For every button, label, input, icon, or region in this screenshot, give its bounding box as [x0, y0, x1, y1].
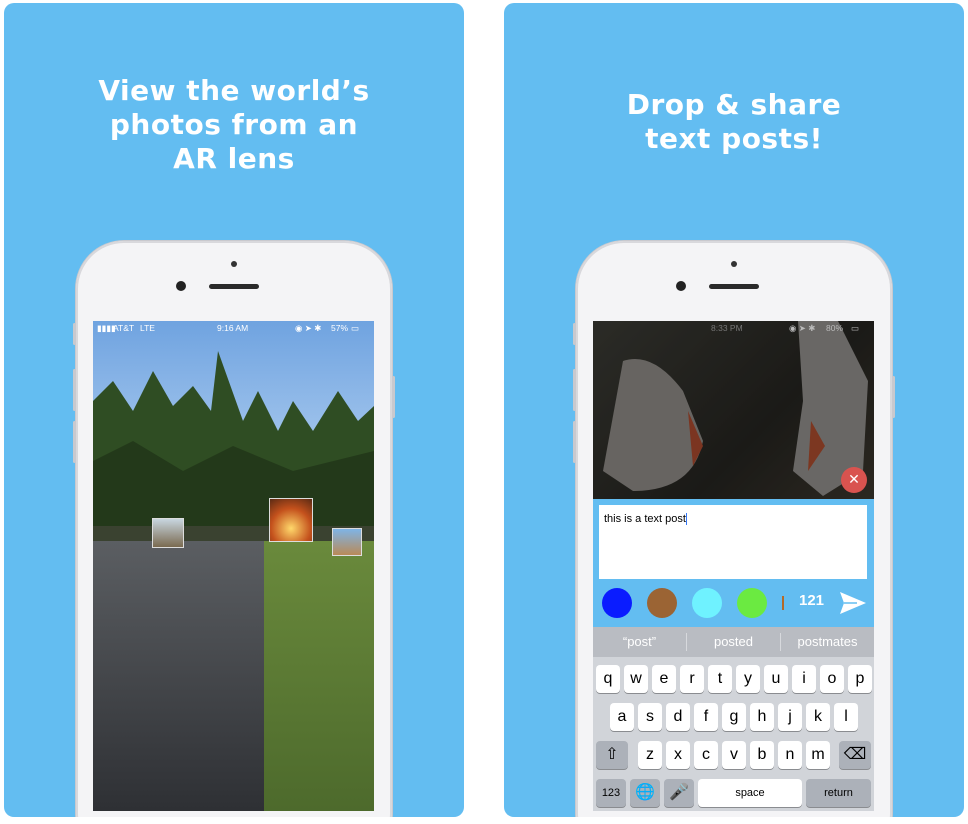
camera-preview: 8:33 PM ◉ ➤ ✱ 80% ▭ ✕: [593, 321, 874, 499]
space-key[interactable]: space: [698, 779, 802, 807]
time-label: 9:16 AM: [217, 323, 249, 333]
headline-line-2: text posts!: [645, 122, 823, 155]
volume-up-button: [573, 369, 576, 411]
suggestion-bar: “post” posted postmates: [593, 627, 874, 657]
key-l[interactable]: l: [834, 703, 858, 731]
keyboard: “post” posted postmates q w e r t y u i …: [593, 627, 874, 811]
shift-key[interactable]: ⇧: [596, 741, 628, 769]
battery-percent: 57%: [331, 323, 349, 333]
key-o[interactable]: o: [820, 665, 844, 693]
suggestion-2[interactable]: posted: [687, 627, 780, 657]
swatch-divider: [782, 596, 784, 610]
key-s[interactable]: s: [638, 703, 662, 731]
status-bar: 8:33 PM ◉ ➤ ✱ 80% ▭: [593, 321, 874, 335]
volume-down-button: [73, 421, 76, 463]
suggestion-3[interactable]: postmates: [781, 627, 874, 657]
front-sensor: [731, 261, 737, 267]
key-k[interactable]: k: [806, 703, 830, 731]
color-swatch-cyan[interactable]: [692, 588, 722, 618]
key-y[interactable]: y: [736, 665, 760, 693]
color-swatch-green[interactable]: [737, 588, 767, 618]
key-z[interactable]: z: [638, 741, 662, 769]
ar-camera-screen[interactable]: ▮▮▮▮ AT&T LTE 9:16 AM ◉ ➤ ✱ 57% ▭: [93, 321, 374, 811]
key-j[interactable]: j: [778, 703, 802, 731]
network-label: LTE: [140, 323, 155, 333]
compose-screen: 8:33 PM ◉ ➤ ✱ 80% ▭ ✕ this is a text pos…: [593, 321, 874, 811]
mute-switch: [573, 323, 576, 345]
key-v[interactable]: v: [722, 741, 746, 769]
headline-line-1: Drop & share: [626, 88, 842, 121]
key-m[interactable]: m: [806, 741, 830, 769]
globe-icon[interactable]: 🌐: [630, 779, 660, 807]
key-b[interactable]: b: [750, 741, 774, 769]
grass: [264, 541, 374, 811]
headline-line-2: photos from an: [109, 108, 359, 141]
key-n[interactable]: n: [778, 741, 802, 769]
key-c[interactable]: c: [694, 741, 718, 769]
key-q[interactable]: q: [596, 665, 620, 693]
battery-icon: ▭: [851, 323, 860, 333]
time-label: 8:33 PM: [711, 323, 743, 333]
front-sensor: [231, 261, 237, 267]
power-button: [392, 376, 395, 418]
backspace-key[interactable]: ⌫: [839, 741, 871, 769]
ar-photo-bubble[interactable]: [152, 518, 184, 548]
battery-icon: ▭: [351, 323, 360, 333]
carrier-label: AT&T: [113, 323, 135, 333]
send-icon[interactable]: [839, 591, 867, 615]
close-icon[interactable]: ✕: [841, 467, 867, 493]
power-button: [892, 376, 895, 418]
earpiece-speaker: [209, 284, 259, 289]
key-t[interactable]: t: [708, 665, 732, 693]
key-f[interactable]: f: [694, 703, 718, 731]
suggestion-1[interactable]: “post”: [593, 627, 686, 657]
phone-frame: ▮▮▮▮ AT&T LTE 9:16 AM ◉ ➤ ✱ 57% ▭: [73, 241, 395, 817]
promo-panel-text-posts: Drop & share text posts! 8:33 PM ◉ ➤ ✱ 8…: [504, 3, 964, 817]
front-camera: [176, 281, 186, 291]
key-x[interactable]: x: [666, 741, 690, 769]
promo-panel-ar-photos: View the world’s photos from an AR lens …: [4, 3, 464, 817]
headline-line-3: AR lens: [173, 142, 295, 175]
volume-down-button: [573, 421, 576, 463]
key-h[interactable]: h: [750, 703, 774, 731]
road: [93, 541, 283, 811]
mute-switch: [73, 323, 76, 345]
ar-photo-sunset[interactable]: [269, 498, 313, 542]
key-i[interactable]: i: [792, 665, 816, 693]
key-r[interactable]: r: [680, 665, 704, 693]
ar-photo-lake[interactable]: [332, 528, 362, 556]
return-key[interactable]: return: [806, 779, 871, 807]
front-camera: [676, 281, 686, 291]
microphone-icon[interactable]: 🎤: [664, 779, 694, 807]
post-text-input[interactable]: this is a text post: [599, 505, 867, 579]
key-u[interactable]: u: [764, 665, 788, 693]
color-swatch-blue[interactable]: [602, 588, 632, 618]
text-caret: [685, 513, 687, 526]
character-count: 121: [799, 592, 825, 609]
trees-background: [93, 351, 374, 551]
battery-percent: 80%: [826, 323, 844, 333]
key-w[interactable]: w: [624, 665, 648, 693]
numbers-key[interactable]: 123: [596, 779, 626, 807]
key-e[interactable]: e: [652, 665, 676, 693]
location-icon: ◉ ➤ ✱: [295, 323, 322, 333]
phone-frame: 8:33 PM ◉ ➤ ✱ 80% ▭ ✕ this is a text pos…: [573, 241, 895, 817]
post-text-value: this is a text post: [604, 513, 686, 525]
headline-line-1: View the world’s: [98, 74, 370, 107]
key-p[interactable]: p: [848, 665, 872, 693]
sneakers-scene: [593, 321, 874, 499]
key-g[interactable]: g: [722, 703, 746, 731]
earpiece-speaker: [709, 284, 759, 289]
volume-up-button: [73, 369, 76, 411]
location-icon: ◉ ➤ ✱: [789, 323, 816, 333]
key-d[interactable]: d: [666, 703, 690, 731]
status-bar: ▮▮▮▮ AT&T LTE 9:16 AM ◉ ➤ ✱ 57% ▭: [93, 321, 374, 335]
compose-area: this is a text post 121: [593, 499, 874, 627]
key-a[interactable]: a: [610, 703, 634, 731]
color-swatch-brown[interactable]: [647, 588, 677, 618]
